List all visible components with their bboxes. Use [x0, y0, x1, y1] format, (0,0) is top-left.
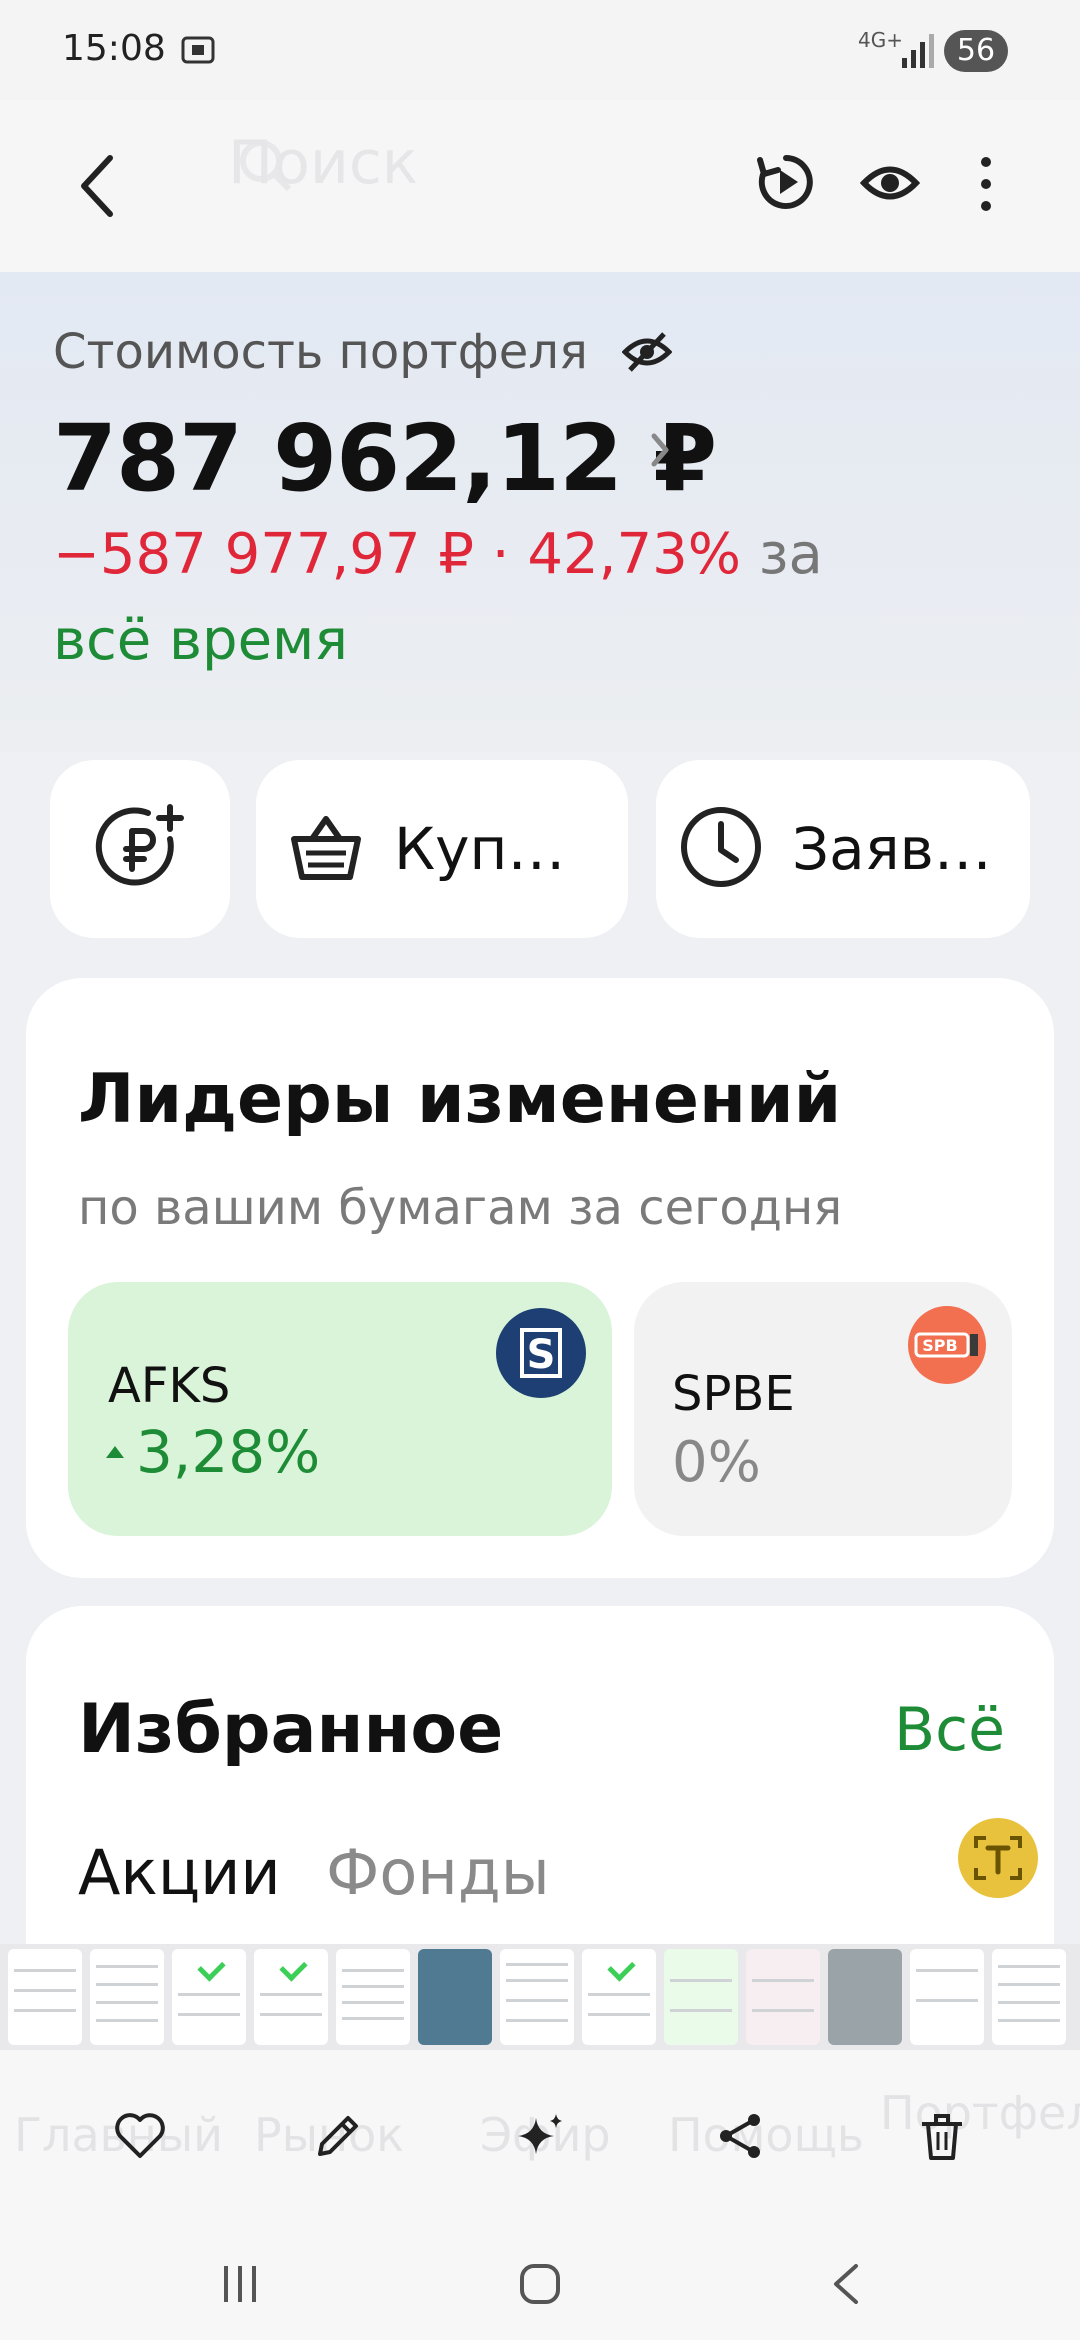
thumbnail[interactable] [746, 1949, 820, 2045]
afks-logo-text: S [527, 1332, 556, 1378]
favorites-all-link[interactable]: Всё [894, 1695, 1005, 1765]
battery-indicator: 56 [944, 30, 1008, 72]
share-icon[interactable] [712, 2108, 768, 2168]
screenshot-icon [178, 30, 218, 74]
favorite-heart-icon[interactable] [112, 2108, 168, 2168]
portfolio-label: Стоимость портфеля [53, 324, 588, 380]
portfolio-period[interactable]: всё время [53, 608, 348, 673]
thumbnail[interactable] [8, 1949, 82, 2045]
buy-button-label: Куп… [394, 815, 566, 883]
tab-stocks[interactable]: Акции [78, 1836, 281, 1909]
thumbnail-strip [0, 1944, 1080, 2050]
back-nav-icon[interactable] [826, 2262, 866, 2310]
favorites-title: Избранное [78, 1690, 504, 1769]
more-options-icon[interactable] [976, 154, 996, 218]
orders-button-label: Заяв… [792, 815, 992, 883]
leader-change: 3,28% [136, 1418, 321, 1486]
clock-icon [678, 804, 764, 894]
tab-funds[interactable]: Фонды [326, 1836, 550, 1909]
leader-tile-afks[interactable]: S AFKS 3,28% [68, 1282, 612, 1536]
signal-icon [900, 30, 936, 74]
leader-ticker: SPBE [672, 1366, 795, 1422]
recent-apps-icon[interactable] [218, 2262, 262, 2310]
portfolio-change-suffix: за [758, 522, 823, 587]
thumbnail[interactable] [828, 1949, 902, 2045]
thumbnail[interactable] [910, 1949, 984, 2045]
chevron-right-icon[interactable] [648, 430, 672, 474]
sparkle-icon[interactable] [512, 2108, 568, 2168]
text-recognition-button[interactable] [958, 1818, 1038, 1898]
leaders-title: Лидеры изменений [78, 1060, 842, 1139]
delete-trash-icon[interactable] [914, 2108, 970, 2168]
hide-balance-icon[interactable] [621, 330, 673, 378]
portfolio-change-amount: −587 977,97 ₽ · 42,73% [53, 522, 741, 587]
thumbnail[interactable] [254, 1949, 328, 2045]
leaders-subtitle: по вашим бумагам за сегодня [78, 1180, 843, 1236]
orders-button[interactable]: Заяв… [656, 760, 1030, 938]
deposit-button[interactable] [50, 760, 230, 938]
thumbnail[interactable] [582, 1949, 656, 2045]
replay-icon[interactable] [756, 152, 816, 216]
leader-ticker: AFKS [108, 1358, 231, 1414]
thumbnail[interactable] [418, 1949, 492, 2045]
thumbnail[interactable] [992, 1949, 1066, 2045]
home-icon[interactable] [518, 2262, 562, 2310]
back-icon[interactable] [74, 150, 122, 226]
thumbnail[interactable] [336, 1949, 410, 2045]
arrow-up-icon [104, 1442, 126, 1468]
network-type: 4G+ [858, 28, 903, 52]
portfolio-value[interactable]: 787 962,12 ₽ [53, 405, 717, 512]
status-time: 15:08 [62, 28, 166, 69]
spbe-logo: SPB [908, 1306, 986, 1384]
buy-button[interactable]: Куп… [256, 760, 628, 938]
thumbnail[interactable] [90, 1949, 164, 2045]
spbe-logo-text: SPB [922, 1336, 957, 1355]
ghost-nav-portfolio: Портфель [880, 2086, 1080, 2140]
search-placeholder: Поиск [228, 128, 419, 198]
leader-tile-spbe[interactable]: SPB SPBE 0% [634, 1282, 1012, 1536]
portfolio-change: −587 977,97 ₽ · 42,73% за [53, 522, 823, 587]
ruble-plus-icon [92, 799, 188, 899]
thumbnail[interactable] [172, 1949, 246, 2045]
edit-pencil-icon[interactable] [310, 2108, 366, 2168]
eye-icon[interactable] [859, 158, 921, 212]
afks-logo: S [496, 1308, 586, 1398]
basket-icon [286, 807, 366, 891]
leader-change: 0% [672, 1430, 761, 1495]
thumbnail[interactable] [500, 1949, 574, 2045]
thumbnail[interactable] [664, 1949, 738, 2045]
